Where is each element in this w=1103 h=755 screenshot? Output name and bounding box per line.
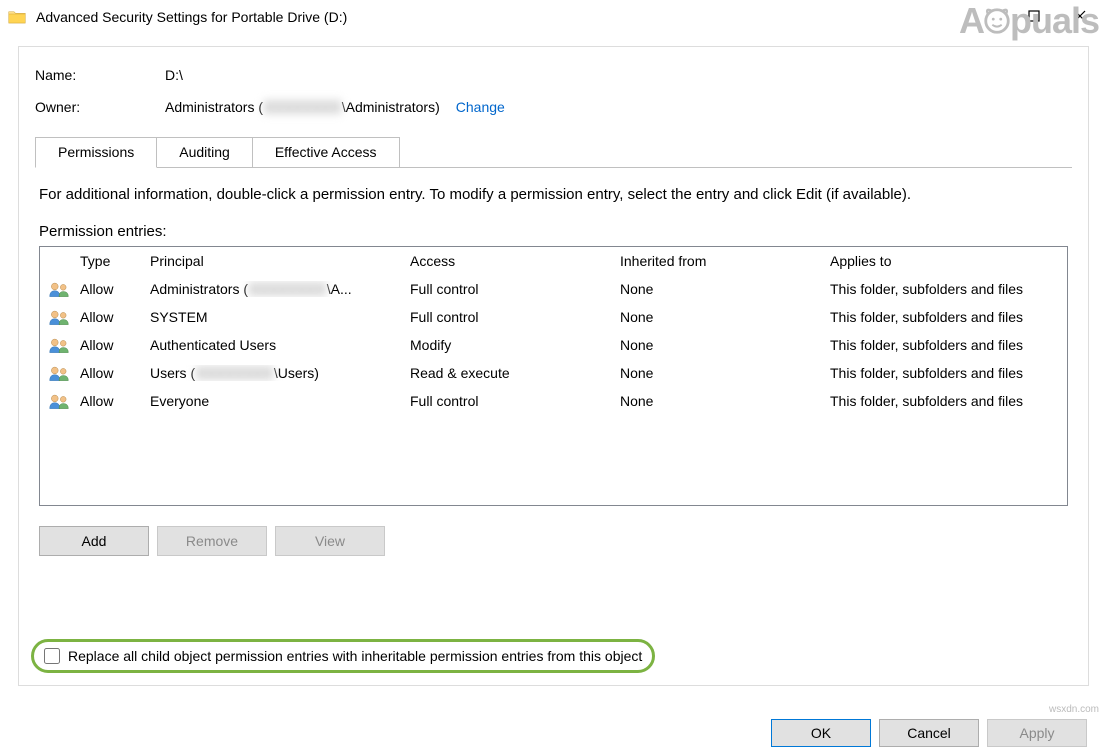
row-icon-cell — [40, 280, 72, 298]
row-type: Allow — [72, 337, 142, 353]
cancel-button[interactable]: Cancel — [879, 719, 979, 747]
change-owner-link[interactable]: Change — [456, 99, 505, 115]
titlebar: Advanced Security Settings for Portable … — [0, 0, 1103, 34]
owner-redacted: XXXXXXXX — [263, 99, 342, 115]
permission-entries-label: Permission entries: — [39, 223, 1068, 240]
tab-body: For additional information, double-click… — [35, 168, 1072, 556]
users-icon — [48, 336, 70, 354]
row-icon-cell — [40, 392, 72, 410]
row-inherited: None — [612, 393, 822, 409]
info-text: For additional information, double-click… — [39, 186, 1068, 203]
tab-permissions[interactable]: Permissions — [35, 137, 157, 168]
row-principal: Authenticated Users — [142, 337, 402, 353]
row-principal: SYSTEM — [142, 309, 402, 325]
table-row[interactable]: Allow Users (XXXXXXXX\Users) Read & exec… — [40, 359, 1067, 387]
row-access: Modify — [402, 337, 612, 353]
column-applies[interactable]: Applies to — [822, 253, 1067, 269]
name-label: Name: — [35, 67, 165, 83]
name-value: D:\ — [165, 67, 183, 83]
row-type: Allow — [72, 309, 142, 325]
maximize-icon — [1028, 10, 1040, 22]
row-applies: This folder, subfolders and files — [822, 337, 1067, 353]
column-access[interactable]: Access — [402, 253, 612, 269]
row-access: Full control — [402, 281, 612, 297]
name-row: Name: D:\ — [35, 67, 1072, 83]
remove-button[interactable]: Remove — [157, 526, 267, 556]
row-icon-cell — [40, 308, 72, 326]
row-icon-cell — [40, 336, 72, 354]
close-icon — [1074, 10, 1086, 22]
table-row[interactable]: Allow SYSTEM Full control None This fold… — [40, 303, 1067, 331]
table-row[interactable]: Allow Administrators (XXXXXXXX\A... Full… — [40, 275, 1067, 303]
users-icon — [48, 308, 70, 326]
tab-auditing[interactable]: Auditing — [157, 137, 253, 168]
replace-child-checkbox[interactable] — [44, 648, 60, 664]
action-row: Add Remove View — [39, 526, 1068, 556]
row-inherited: None — [612, 365, 822, 381]
row-type: Allow — [72, 365, 142, 381]
tab-strip: Permissions Auditing Effective Access — [35, 137, 1072, 168]
add-button[interactable]: Add — [39, 526, 149, 556]
table-row[interactable]: Allow Everyone Full control None This fo… — [40, 387, 1067, 415]
column-type[interactable]: Type — [72, 253, 142, 269]
view-button[interactable]: View — [275, 526, 385, 556]
row-icon-cell — [40, 364, 72, 382]
row-inherited: None — [612, 281, 822, 297]
table-row[interactable]: Allow Authenticated Users Modify None Th… — [40, 331, 1067, 359]
row-inherited: None — [612, 337, 822, 353]
row-principal: Everyone — [142, 393, 402, 409]
owner-row: Owner: Administrators (XXXXXXXX\Administ… — [35, 99, 1072, 115]
folder-icon — [8, 8, 26, 26]
row-type: Allow — [72, 393, 142, 409]
dialog-footer: OK Cancel Apply — [771, 719, 1087, 747]
table-header: Type Principal Access Inherited from App… — [40, 247, 1067, 275]
permission-table[interactable]: Type Principal Access Inherited from App… — [39, 246, 1068, 506]
replace-child-label: Replace all child object permission entr… — [68, 648, 642, 664]
users-icon — [48, 280, 70, 298]
row-inherited: None — [612, 309, 822, 325]
dialog-content: Name: D:\ Owner: Administrators (XXXXXXX… — [18, 46, 1089, 686]
maximize-button[interactable] — [1011, 0, 1057, 32]
owner-label: Owner: — [35, 99, 165, 115]
row-applies: This folder, subfolders and files — [822, 309, 1067, 325]
apply-button[interactable]: Apply — [987, 719, 1087, 747]
owner-value: Administrators (XXXXXXXX\Administrators)… — [165, 99, 505, 115]
window-title: Advanced Security Settings for Portable … — [36, 9, 1011, 25]
users-icon — [48, 392, 70, 410]
row-access: Full control — [402, 393, 612, 409]
row-principal: Administrators (XXXXXXXX\A... — [142, 281, 402, 297]
row-access: Full control — [402, 309, 612, 325]
column-inherited[interactable]: Inherited from — [612, 253, 822, 269]
row-applies: This folder, subfolders and files — [822, 365, 1067, 381]
row-type: Allow — [72, 281, 142, 297]
replace-child-checkbox-row[interactable]: Replace all child object permission entr… — [31, 639, 655, 673]
ok-button[interactable]: OK — [771, 719, 871, 747]
users-icon — [48, 364, 70, 382]
row-applies: This folder, subfolders and files — [822, 281, 1067, 297]
close-button[interactable] — [1057, 0, 1103, 32]
row-principal: Users (XXXXXXXX\Users) — [142, 365, 402, 381]
attribution-text: wsxdn.com — [1049, 704, 1099, 715]
row-applies: This folder, subfolders and files — [822, 393, 1067, 409]
column-principal[interactable]: Principal — [142, 253, 402, 269]
row-access: Read & execute — [402, 365, 612, 381]
tab-effective-access[interactable]: Effective Access — [253, 137, 400, 168]
